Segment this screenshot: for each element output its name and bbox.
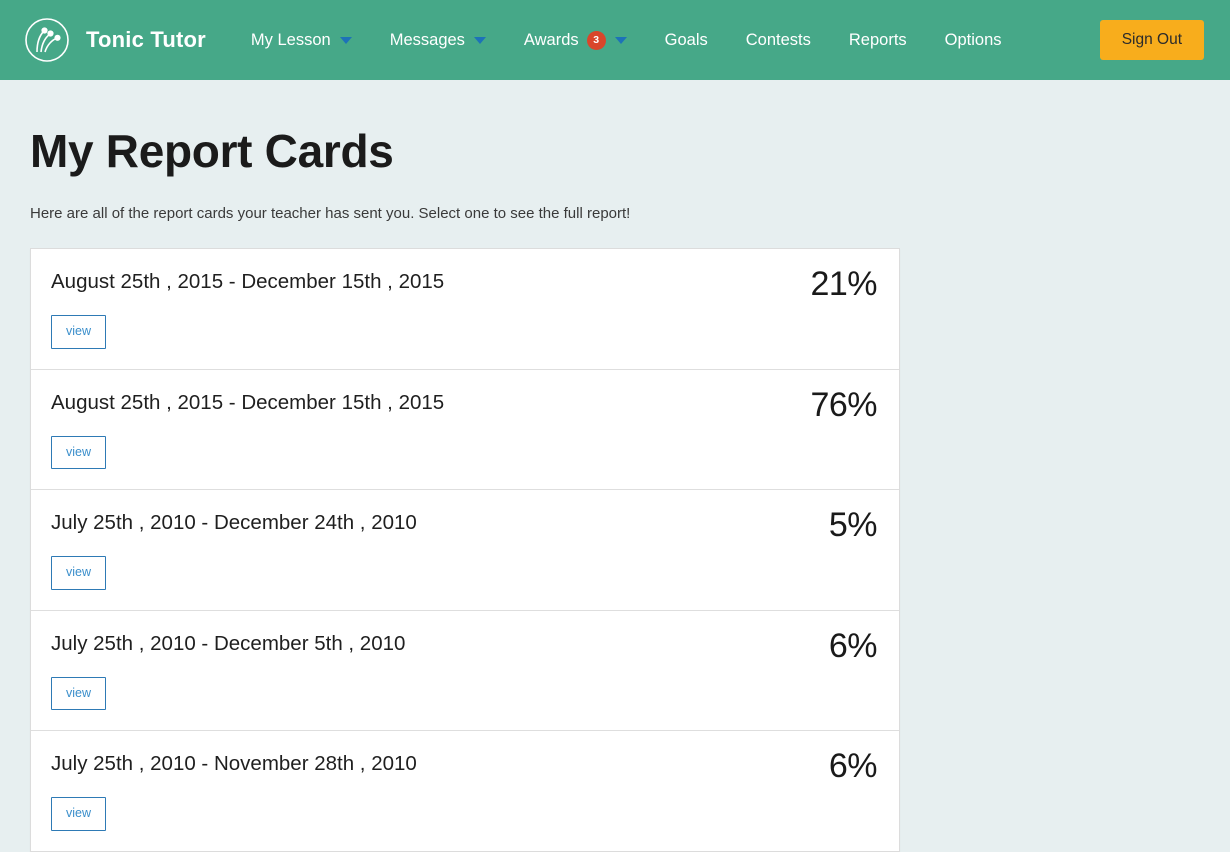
view-report-button[interactable]: view bbox=[51, 315, 106, 349]
page-subtitle: Here are all of the report cards your te… bbox=[30, 178, 1200, 222]
nav-item-goals[interactable]: Goals bbox=[646, 0, 727, 80]
report-card-date-range: August 25th , 2015 - December 15th , 201… bbox=[51, 267, 444, 294]
view-report-button[interactable]: view bbox=[51, 677, 106, 711]
nav-item-contests[interactable]: Contests bbox=[727, 0, 830, 80]
nav-item-label: Reports bbox=[849, 31, 907, 50]
report-card-row[interactable]: August 25th , 2015 - December 15th , 201… bbox=[31, 249, 899, 370]
report-card-date-range: July 25th , 2010 - December 24th , 2010 bbox=[51, 508, 417, 535]
report-card-row[interactable]: August 25th , 2015 - December 15th , 201… bbox=[31, 370, 899, 491]
sign-out-container: Sign Out bbox=[1100, 0, 1204, 80]
nav-item-my-lesson[interactable]: My Lesson bbox=[232, 0, 371, 80]
report-card-score: 76% bbox=[810, 388, 877, 422]
report-cards-list: August 25th , 2015 - December 15th , 201… bbox=[30, 248, 900, 852]
report-card-score: 6% bbox=[829, 629, 877, 663]
report-card-score: 21% bbox=[810, 267, 877, 301]
nav-item-label: Awards bbox=[524, 31, 579, 50]
nav-links: My Lesson Messages Awards 3 Goals Contes… bbox=[232, 0, 1021, 80]
chevron-down-icon bbox=[474, 37, 486, 44]
nav-item-awards[interactable]: Awards 3 bbox=[505, 0, 646, 80]
nav-item-label: Goals bbox=[665, 31, 708, 50]
report-card-row[interactable]: July 25th , 2010 - November 28th , 2010 … bbox=[31, 731, 899, 851]
report-card-date-range: July 25th , 2010 - December 5th , 2010 bbox=[51, 629, 405, 656]
nav-item-label: Options bbox=[945, 31, 1002, 50]
nav-item-reports[interactable]: Reports bbox=[830, 0, 926, 80]
sign-out-button[interactable]: Sign Out bbox=[1100, 20, 1204, 60]
awards-count-badge: 3 bbox=[587, 31, 606, 50]
report-card-score: 5% bbox=[829, 508, 877, 542]
report-card-row[interactable]: July 25th , 2010 - December 24th , 2010 … bbox=[31, 490, 899, 611]
brand-name: Tonic Tutor bbox=[86, 27, 206, 53]
nav-item-options[interactable]: Options bbox=[926, 0, 1021, 80]
nav-item-messages[interactable]: Messages bbox=[371, 0, 505, 80]
nav-item-label: Messages bbox=[390, 31, 465, 50]
chevron-down-icon bbox=[615, 37, 627, 44]
tonic-tutor-logo-icon bbox=[24, 17, 70, 63]
brand[interactable]: Tonic Tutor bbox=[24, 17, 206, 63]
page-content: My Report Cards Here are all of the repo… bbox=[0, 80, 1230, 852]
view-report-button[interactable]: view bbox=[51, 797, 106, 831]
page-title: My Report Cards bbox=[30, 80, 1200, 178]
chevron-down-icon bbox=[340, 37, 352, 44]
report-card-row[interactable]: July 25th , 2010 - December 5th , 2010 6… bbox=[31, 611, 899, 732]
main-navbar: Tonic Tutor My Lesson Messages Awards 3 … bbox=[0, 0, 1230, 80]
view-report-button[interactable]: view bbox=[51, 556, 106, 590]
report-card-score: 6% bbox=[829, 749, 877, 783]
nav-item-label: My Lesson bbox=[251, 31, 331, 50]
report-card-date-range: August 25th , 2015 - December 15th , 201… bbox=[51, 388, 444, 415]
view-report-button[interactable]: view bbox=[51, 436, 106, 470]
report-card-date-range: July 25th , 2010 - November 28th , 2010 bbox=[51, 749, 417, 776]
nav-item-label: Contests bbox=[746, 31, 811, 50]
